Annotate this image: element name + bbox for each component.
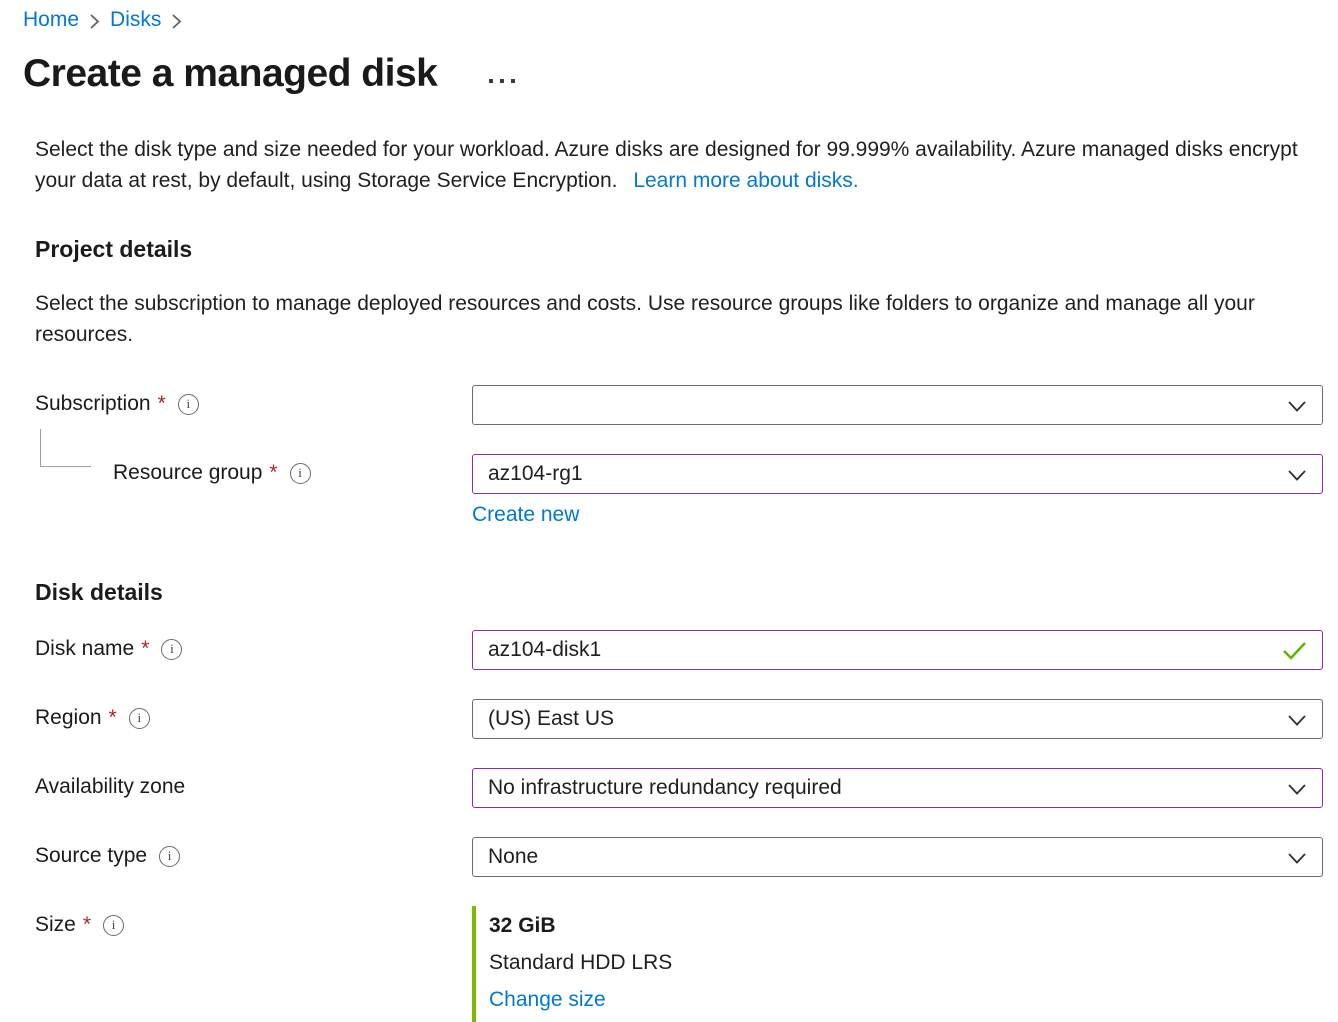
availability-zone-dropdown[interactable]: No infrastructure redundancy required <box>472 768 1323 808</box>
project-details-heading: Project details <box>35 236 1323 263</box>
chevron-down-icon <box>1287 850 1307 865</box>
subscription-label: Subscription * i <box>35 385 472 416</box>
info-icon[interactable]: i <box>103 915 124 936</box>
availability-zone-label: Availability zone <box>35 768 472 799</box>
intro-text: Select the disk type and size needed for… <box>35 134 1323 196</box>
size-summary: 32 GiB Standard HDD LRS Change size <box>472 906 1323 1022</box>
size-value: 32 GiB <box>489 908 1323 944</box>
resource-group-dropdown[interactable]: az104-rg1 <box>472 454 1323 494</box>
chevron-right-icon <box>171 11 182 30</box>
page-header: Create a managed disk <box>23 52 1323 96</box>
size-sku: Standard HDD LRS <box>489 944 1323 981</box>
disk-name-input[interactable] <box>488 638 1282 662</box>
source-type-value: None <box>488 845 538 869</box>
change-size-link[interactable]: Change size <box>489 981 606 1018</box>
availability-zone-value: No infrastructure redundancy required <box>488 776 842 800</box>
required-asterisk: * <box>83 913 91 937</box>
source-type-row: Source type i None <box>35 837 1323 877</box>
info-icon[interactable]: i <box>178 394 199 415</box>
chevron-down-icon <box>1287 467 1307 482</box>
required-asterisk: * <box>269 461 277 485</box>
size-row: Size * i 32 GiB Standard HDD LRS Change … <box>35 906 1323 1022</box>
info-icon[interactable]: i <box>161 639 182 660</box>
resource-group-row: Resource group * i az104-rg1 Create new <box>35 454 1323 527</box>
region-row: Region * i (US) East US <box>35 699 1323 739</box>
learn-more-link[interactable]: Learn more about disks. <box>633 169 858 192</box>
required-asterisk: * <box>109 706 117 730</box>
create-new-link[interactable]: Create new <box>472 503 579 527</box>
project-details-fields: Subscription * i Resource group <box>35 385 1323 527</box>
availability-zone-row: Availability zone No infrastructure redu… <box>35 768 1323 808</box>
checkmark-icon <box>1282 641 1307 660</box>
resource-group-value: az104-rg1 <box>488 462 583 486</box>
more-options-icon[interactable] <box>489 79 515 83</box>
info-icon[interactable]: i <box>129 708 150 729</box>
required-asterisk: * <box>158 392 166 416</box>
info-icon[interactable]: i <box>290 463 311 484</box>
size-label: Size * i <box>35 906 472 937</box>
required-asterisk: * <box>141 637 149 661</box>
create-managed-disk-page: Home Disks Create a managed disk Select … <box>0 0 1338 1022</box>
region-label: Region * i <box>35 699 472 730</box>
region-dropdown[interactable]: (US) East US <box>472 699 1323 739</box>
breadcrumb-home-link[interactable]: Home <box>23 8 79 32</box>
info-icon[interactable]: i <box>159 846 180 867</box>
chevron-down-icon <box>1287 398 1307 413</box>
chevron-down-icon <box>1287 781 1307 796</box>
disk-details-fields: Disk name * i Region * <box>35 630 1323 1022</box>
chevron-right-icon <box>89 11 100 30</box>
resource-group-label: Resource group * i <box>35 454 472 485</box>
source-type-dropdown[interactable]: None <box>472 837 1323 877</box>
project-details-description: Select the subscription to manage deploy… <box>35 288 1323 350</box>
source-type-label: Source type i <box>35 837 472 868</box>
disk-name-label: Disk name * i <box>35 630 472 661</box>
disk-name-row: Disk name * i <box>35 630 1323 670</box>
breadcrumb-disks-link[interactable]: Disks <box>110 8 161 32</box>
region-value: (US) East US <box>488 707 614 731</box>
disk-name-field <box>472 630 1323 670</box>
chevron-down-icon <box>1287 712 1307 727</box>
subscription-row: Subscription * i <box>35 385 1323 425</box>
disk-details-heading: Disk details <box>35 579 1323 606</box>
page-title: Create a managed disk <box>23 52 437 96</box>
breadcrumb: Home Disks <box>23 8 1323 32</box>
resource-group-connector-line <box>40 429 91 467</box>
subscription-dropdown[interactable] <box>472 385 1323 425</box>
